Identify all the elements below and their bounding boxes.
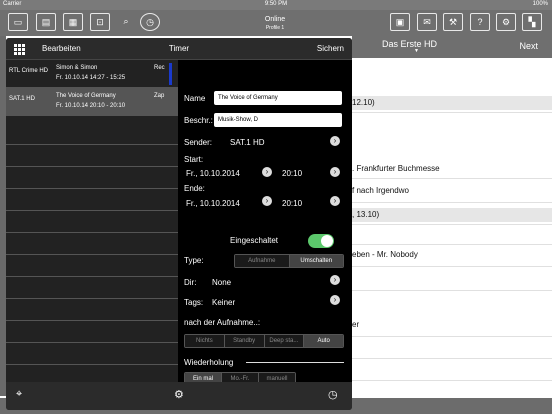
chevron-right-icon[interactable]: ›: [262, 196, 272, 206]
monitor-icon[interactable]: ⊡: [90, 13, 110, 31]
name-field[interactable]: The Voice of Germany: [214, 91, 342, 105]
gear-icon[interactable]: ⚙: [174, 388, 184, 401]
chevron-right-icon[interactable]: ›: [330, 275, 340, 285]
start-time[interactable]: 20:10: [282, 169, 302, 178]
timer-row[interactable]: RTL Crime HD Simon & Simon Fr. 10.10.14 …: [6, 60, 178, 88]
radio-icon[interactable]: ▤: [36, 13, 56, 31]
profile-label: Profile 1: [265, 25, 285, 31]
popover-title: Timer: [168, 44, 190, 53]
after-recording-segmented-control: Nichts Standby Deep sta... Auto: [184, 334, 344, 348]
epg-item[interactable]: eben - Mr. Nobody: [352, 250, 552, 259]
mail-icon[interactable]: ✉: [417, 13, 437, 31]
save-button[interactable]: Sichern: [317, 44, 344, 53]
settings-icon[interactable]: ⚙: [496, 13, 516, 31]
timer-date: Fr. 10.10.14 14:27 - 15:25: [56, 75, 126, 81]
tools-icon[interactable]: ⚒: [443, 13, 463, 31]
clapper-icon[interactable]: ▚: [522, 13, 542, 31]
add-timer-icon[interactable]: ◷: [328, 388, 338, 401]
end-label: Ende:: [184, 184, 205, 193]
epg-day-separator: 12.10): [352, 96, 552, 110]
edit-button[interactable]: Bearbeiten: [42, 44, 81, 53]
repeat-divider: [246, 362, 344, 363]
epg-item[interactable]: f nach Irgendwo: [352, 186, 552, 195]
timer-row[interactable]: SAT.1 HD The Voice of Germany Fr. 10.10.…: [6, 88, 178, 116]
description-label: Beschr.:: [184, 116, 213, 125]
popover-footer: ⌖ ⚙ ◷: [6, 382, 352, 410]
cleanup-broom-icon[interactable]: ⌖: [16, 388, 22, 401]
name-label: Name: [184, 94, 206, 103]
repeat-label: Wiederholung: [184, 358, 234, 367]
type-option-umschalten[interactable]: Umschalten: [289, 255, 343, 267]
start-label: Start:: [184, 155, 204, 164]
after-option-nichts[interactable]: Nichts: [185, 335, 225, 347]
timer-title: The Voice of Germany: [56, 93, 116, 99]
chevron-right-icon[interactable]: ›: [262, 167, 272, 177]
info-icon[interactable]: ?: [470, 13, 490, 31]
timer-title: Simon & Simon: [56, 65, 98, 71]
end-time[interactable]: 20:10: [282, 199, 302, 208]
timer-date: Fr. 10.10.14 20:10 - 20:10: [56, 103, 126, 109]
type-label: Type:: [184, 256, 204, 265]
type-segmented-control: Aufnahme Umschalten: [234, 254, 344, 268]
online-label: Online: [264, 16, 286, 23]
tags-value: Keiner: [212, 298, 236, 307]
after-option-standby[interactable]: Standby: [224, 335, 265, 347]
timer-popover: Bearbeiten Timer Sichern RTL Crime HD Si…: [6, 38, 352, 410]
tv-icon[interactable]: ▭: [8, 13, 28, 31]
battery-label: 100%: [532, 1, 548, 7]
top-toolbar: ▭ ▤ ▦ ⊡ ⌕ ◷ Online Profile 1 ▣ ✉ ⚒ ? ⚙ ▚: [0, 10, 552, 36]
sender-value: SAT.1 HD: [230, 138, 265, 147]
chevron-right-icon[interactable]: ›: [330, 295, 340, 305]
recording-indicator: [169, 63, 172, 85]
start-date[interactable]: Fr., 10.10.2014: [186, 169, 240, 178]
dir-label: Dir:: [184, 278, 197, 287]
next-button[interactable]: Next: [519, 41, 538, 51]
status-bar: Carrier 9:50 PM 100%: [0, 0, 552, 10]
end-date[interactable]: Fr., 10.10.2014: [186, 199, 240, 208]
epg-day-separator: , 13.10): [352, 208, 552, 222]
epg-list: 12.10) . Frankfurter Buchmesse f nach Ir…: [352, 58, 552, 398]
timer-status: Zap: [154, 93, 165, 99]
after-recording-label: nach der Aufnahme..:: [184, 318, 261, 327]
timer-status: Rec: [154, 65, 165, 71]
timer-form: Name The Voice of Germany Beschr.: Musik…: [178, 60, 352, 390]
history-clock-icon[interactable]: ◷: [140, 13, 160, 31]
epg-header: Das Erste HD ▼ Next: [352, 36, 552, 58]
popover-header: Bearbeiten Timer Sichern: [6, 38, 352, 60]
chevron-right-icon[interactable]: ›: [330, 196, 340, 206]
film-icon[interactable]: ▦: [63, 13, 83, 31]
channel-selector[interactable]: Das Erste HD: [382, 39, 437, 49]
contacts-icon[interactable]: ▣: [390, 13, 410, 31]
chevron-right-icon[interactable]: ›: [330, 167, 340, 177]
timer-channel: SAT.1 HD: [9, 96, 35, 102]
tags-label: Tags:: [184, 298, 204, 307]
grid-icon[interactable]: [14, 44, 25, 55]
chevron-down-icon[interactable]: ▼: [414, 48, 419, 54]
clock: 9:50 PM: [264, 1, 288, 7]
epg-item[interactable]: . Frankfurter Buchmesse: [352, 164, 552, 173]
enabled-toggle[interactable]: [308, 234, 334, 248]
description-field[interactable]: Musik-Show, D: [214, 113, 342, 127]
chevron-right-icon[interactable]: ›: [330, 136, 340, 146]
after-option-deep-standby[interactable]: Deep sta...: [264, 335, 305, 347]
after-option-auto[interactable]: Auto: [304, 335, 343, 347]
search-icon[interactable]: ⌕: [116, 13, 136, 31]
epg-item[interactable]: er: [352, 320, 552, 329]
sender-label: Sender:: [184, 138, 213, 147]
timer-list: RTL Crime HD Simon & Simon Fr. 10.10.14 …: [6, 60, 178, 390]
connection-status: Online Profile 1: [255, 16, 295, 32]
timer-channel: RTL Crime HD: [9, 68, 49, 74]
type-option-aufnahme[interactable]: Aufnahme: [235, 255, 290, 267]
dir-value: None: [212, 278, 232, 287]
enabled-label: Eingeschaltet: [230, 236, 279, 245]
